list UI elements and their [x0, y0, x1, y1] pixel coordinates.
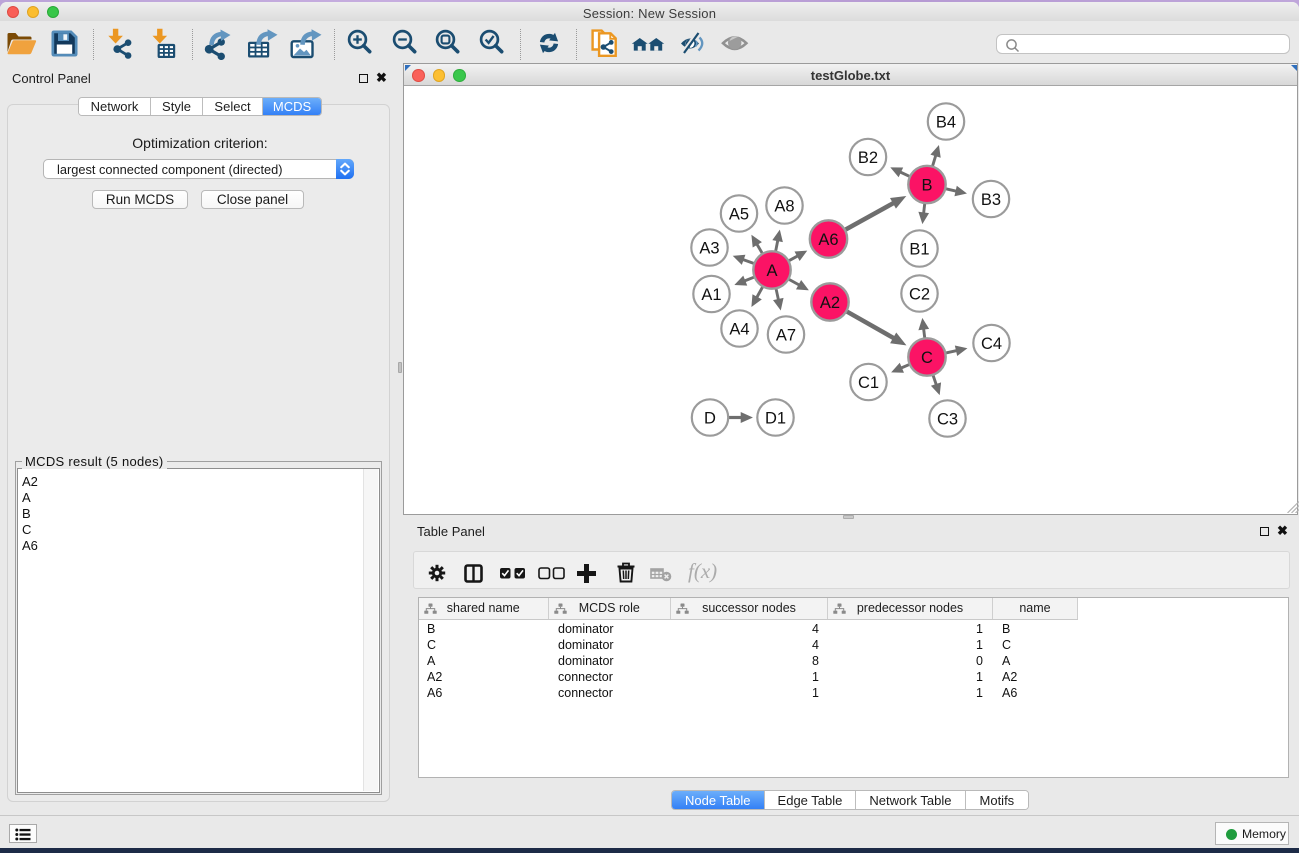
svg-text:B4: B4	[936, 113, 956, 131]
svg-text:A7: A7	[776, 326, 796, 344]
svg-text:C2: C2	[909, 285, 930, 303]
svg-text:A1: A1	[701, 286, 721, 304]
svg-text:C4: C4	[981, 335, 1002, 353]
svg-text:D: D	[704, 409, 716, 427]
svg-text:A5: A5	[729, 205, 749, 223]
svg-text:A3: A3	[699, 239, 719, 257]
svg-text:B3: B3	[981, 191, 1001, 209]
svg-text:B2: B2	[858, 149, 878, 167]
svg-text:C1: C1	[858, 374, 879, 392]
svg-text:D1: D1	[765, 409, 786, 427]
svg-text:A4: A4	[729, 320, 749, 338]
svg-text:B1: B1	[909, 240, 929, 258]
svg-text:A2: A2	[820, 294, 840, 312]
svg-text:B: B	[921, 176, 932, 194]
svg-text:C3: C3	[937, 410, 958, 428]
svg-text:C: C	[921, 349, 933, 367]
svg-text:A: A	[766, 262, 777, 280]
svg-text:A8: A8	[774, 197, 794, 215]
svg-text:A6: A6	[818, 231, 838, 249]
